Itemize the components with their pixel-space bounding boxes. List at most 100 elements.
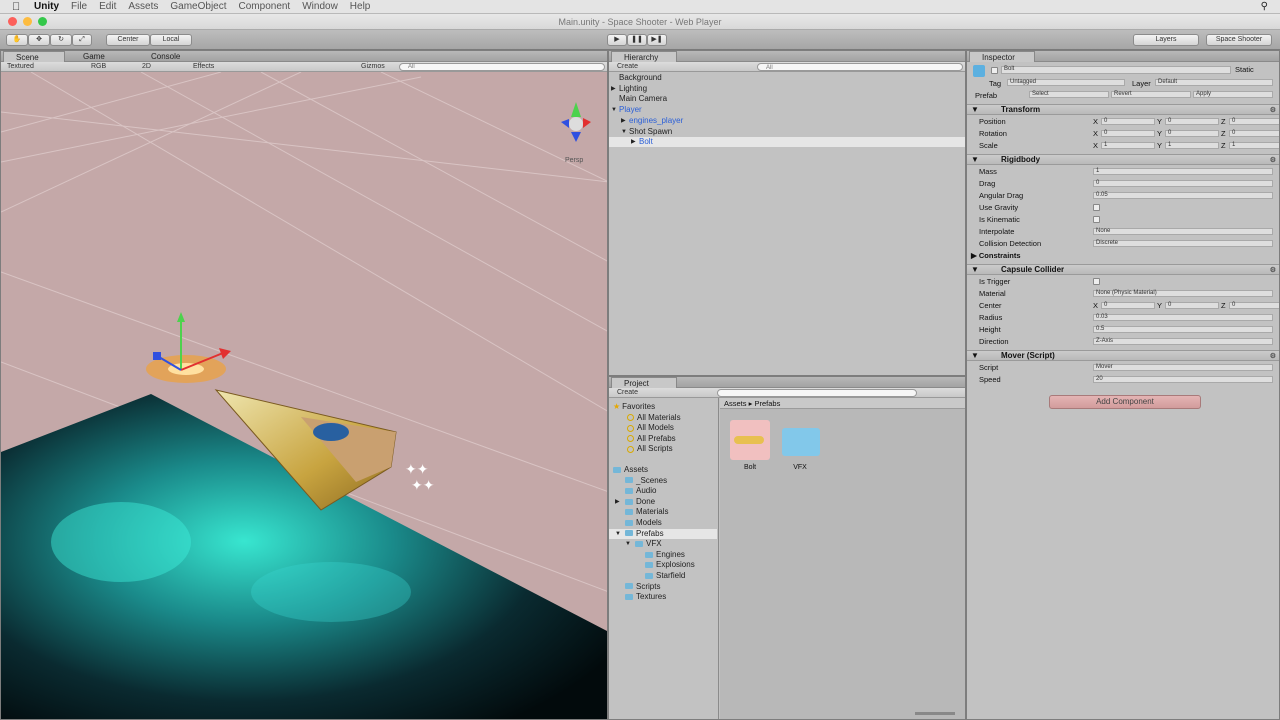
breadcrumb-prefabs[interactable]: Prefabs xyxy=(754,399,780,408)
step-button[interactable]: ▶❚ xyxy=(647,34,667,46)
pivot-local-button[interactable]: Local xyxy=(150,34,192,46)
rotation-z-field[interactable]: 0 xyxy=(1229,130,1279,137)
zoom-window-button[interactable] xyxy=(38,17,47,26)
hierarchy-search-input[interactable]: All xyxy=(757,63,963,71)
caret-right-icon[interactable]: ▶ xyxy=(631,137,636,147)
scale-tool-button[interactable]: ⤢ xyxy=(72,34,92,46)
scale-x-field[interactable]: 1 xyxy=(1101,142,1155,149)
menu-file[interactable]: File xyxy=(71,1,87,12)
scene-viewport[interactable]: ✦✦ ✦✦ Persp xyxy=(1,72,608,720)
prefab-select-button[interactable]: Select xyxy=(1029,91,1109,98)
tab-game[interactable]: Game xyxy=(71,51,133,62)
gear-icon[interactable]: ⚙ xyxy=(1270,352,1276,362)
layer-dropdown[interactable]: Default xyxy=(1155,79,1273,86)
thumbnail-size-slider[interactable] xyxy=(915,712,955,715)
tag-dropdown[interactable]: Untagged xyxy=(1007,79,1125,86)
menu-gameobject[interactable]: GameObject xyxy=(170,1,226,12)
tab-project[interactable]: Project xyxy=(611,377,677,388)
project-folder-item[interactable]: Explosions xyxy=(609,560,717,570)
hierarchy-item[interactable]: Main Camera xyxy=(609,94,965,104)
mover-script-header[interactable]: ▼ Mover (Script) ⚙ xyxy=(967,350,1279,361)
position-y-field[interactable]: 0 xyxy=(1165,118,1219,125)
tab-scene[interactable]: Scene xyxy=(3,51,65,62)
caret-right-icon[interactable]: ▶ xyxy=(615,497,620,507)
prefab-apply-button[interactable]: Apply xyxy=(1193,91,1273,98)
gear-icon[interactable]: ⚙ xyxy=(1270,106,1276,116)
layers-dropdown[interactable]: Layers xyxy=(1133,34,1199,46)
apple-icon[interactable]:  xyxy=(12,1,28,13)
project-folder-item[interactable]: Models xyxy=(609,518,717,528)
gear-icon[interactable]: ⚙ xyxy=(1270,266,1276,276)
minimize-window-button[interactable] xyxy=(23,17,32,26)
rotation-x-field[interactable]: 0 xyxy=(1101,130,1155,137)
speed-field[interactable]: 20 xyxy=(1093,376,1273,383)
menu-window[interactable]: Window xyxy=(302,1,338,12)
height-field[interactable]: 0.5 xyxy=(1093,326,1273,333)
project-folder-item[interactable]: Starfield xyxy=(609,571,717,581)
move-tool-button[interactable]: ✥ xyxy=(28,34,50,46)
collision-detection-field[interactable]: Discrete xyxy=(1093,240,1273,247)
hierarchy-item[interactable]: ▶ engines_player xyxy=(609,116,965,126)
rigidbody-header[interactable]: ▼ Rigidbody ⚙ xyxy=(967,154,1279,165)
toggle-2d-button[interactable]: 2D xyxy=(142,63,151,70)
project-folder-item[interactable]: Materials xyxy=(609,507,717,517)
interpolate-field[interactable]: None xyxy=(1093,228,1273,235)
menu-assets[interactable]: Assets xyxy=(128,1,158,12)
caret-down-icon[interactable]: ▼ xyxy=(611,105,617,115)
assets-root[interactable]: Assets xyxy=(613,465,648,475)
favorite-item[interactable]: All Models xyxy=(627,423,674,433)
scene-orientation-gizmo[interactable] xyxy=(561,102,591,142)
layout-dropdown[interactable]: Space Shooter xyxy=(1206,34,1272,46)
caret-right-icon[interactable]: ▶ xyxy=(611,84,616,94)
render-mode-dropdown[interactable]: RGB xyxy=(91,63,106,70)
project-create-dropdown[interactable]: Create xyxy=(617,389,638,396)
angular-drag-field[interactable]: 0.05 xyxy=(1093,192,1273,199)
gizmos-dropdown[interactable]: Gizmos xyxy=(361,63,385,70)
hand-tool-button[interactable]: ✋ xyxy=(6,34,28,46)
tab-hierarchy[interactable]: Hierarchy xyxy=(611,51,677,62)
hierarchy-item[interactable]: ▼ Player xyxy=(609,105,965,115)
add-component-button[interactable]: Add Component xyxy=(1049,395,1201,409)
project-folder-item[interactable]: Textures xyxy=(609,592,717,602)
object-name-field[interactable]: Bolt xyxy=(1001,66,1231,74)
menu-edit[interactable]: Edit xyxy=(99,1,116,12)
shading-mode-dropdown[interactable]: Textured xyxy=(7,63,34,70)
scene-search-input[interactable]: All xyxy=(399,63,605,71)
project-folder-item[interactable]: Engines xyxy=(609,550,717,560)
search-icon[interactable]: ⚲ xyxy=(1261,1,1268,12)
constraints-foldout[interactable]: ▶ Constraints xyxy=(971,251,1021,260)
hierarchy-item[interactable]: Background xyxy=(609,73,965,83)
scale-y-field[interactable]: 1 xyxy=(1165,142,1219,149)
project-folder-item[interactable]: Audio xyxy=(609,486,717,496)
material-field[interactable]: None (Physic Material) xyxy=(1093,290,1273,297)
project-folder-item[interactable]: _Scenes xyxy=(609,476,717,486)
drag-field[interactable]: 0 xyxy=(1093,180,1273,187)
caret-right-icon[interactable]: ▶ xyxy=(621,116,626,126)
favorites-header[interactable]: ★ Favorites xyxy=(613,402,655,412)
is-trigger-checkbox[interactable] xyxy=(1093,278,1100,285)
radius-field[interactable]: 0.03 xyxy=(1093,314,1273,321)
transform-header[interactable]: ▼ Transform ⚙ xyxy=(967,104,1279,115)
tab-console[interactable]: Console xyxy=(139,51,201,62)
mass-field[interactable]: 1 xyxy=(1093,168,1273,175)
menu-component[interactable]: Component xyxy=(239,1,291,12)
rotation-y-field[interactable]: 0 xyxy=(1165,130,1219,137)
direction-field[interactable]: Z-Axis xyxy=(1093,338,1273,345)
play-button[interactable]: ▶ xyxy=(607,34,627,46)
favorite-item[interactable]: All Materials xyxy=(627,413,681,423)
bolt-prefab-thumbnail[interactable] xyxy=(730,420,770,460)
breadcrumb-assets[interactable]: Assets xyxy=(724,399,747,408)
project-folder-item[interactable]: Scripts xyxy=(609,582,717,592)
scale-z-field[interactable]: 1 xyxy=(1229,142,1279,149)
center-x-field[interactable]: 0 xyxy=(1101,302,1155,309)
project-folder-item[interactable]: ▼ Prefabs xyxy=(609,528,717,539)
position-x-field[interactable]: 0 xyxy=(1101,118,1155,125)
position-z-field[interactable]: 0 xyxy=(1229,118,1279,125)
center-z-field[interactable]: 0 xyxy=(1229,302,1279,309)
pause-button[interactable]: ❚❚ xyxy=(627,34,647,46)
favorite-item[interactable]: All Scripts xyxy=(627,444,673,454)
project-search-input[interactable] xyxy=(717,389,917,397)
close-window-button[interactable] xyxy=(8,17,17,26)
pivot-center-button[interactable]: Center xyxy=(106,34,150,46)
prefab-revert-button[interactable]: Revert xyxy=(1111,91,1191,98)
